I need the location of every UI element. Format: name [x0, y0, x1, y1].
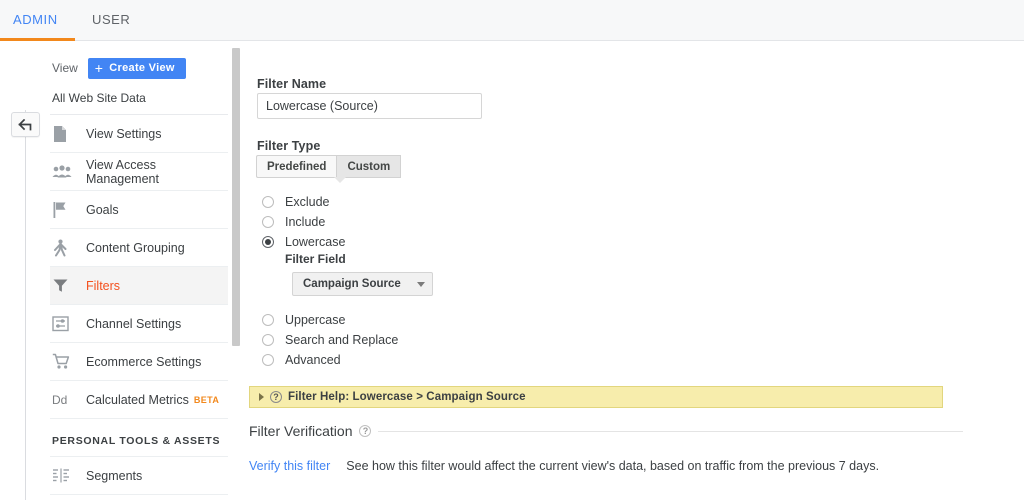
svg-text:Dd: Dd: [52, 393, 67, 407]
shopping-cart-icon: [52, 353, 86, 370]
radio-row-include[interactable]: Include: [249, 212, 345, 232]
filter-type-radio-group-top: Exclude Include Lowercase: [249, 192, 345, 252]
filter-field-dropdown-wrap: Campaign Source: [249, 265, 433, 296]
sidebar-item-content-grouping[interactable]: Content Grouping: [50, 229, 228, 267]
sidebar-item-ecommerce-settings[interactable]: Ecommerce Settings: [50, 343, 228, 381]
filter-type-radio-group-bottom: Uppercase Search and Replace Advanced: [249, 310, 398, 370]
tab-admin[interactable]: ADMIN: [13, 12, 58, 27]
filter-verification-row: Verify this filter See how this filter w…: [249, 459, 879, 473]
sidebar-item-label: Ecommerce Settings: [86, 354, 202, 369]
sidebar-item-label: Filters: [86, 278, 121, 293]
sidebar-item-filters[interactable]: Filters: [50, 267, 228, 305]
sidebar-item-calculated-metrics[interactable]: Dd Calculated Metrics BETA: [50, 381, 228, 419]
question-mark-icon: ?: [270, 391, 282, 403]
filter-field-dropdown[interactable]: Campaign Source: [292, 272, 433, 296]
flag-icon: [52, 201, 86, 219]
sidebar-item-label: Goals: [86, 202, 119, 217]
filter-type-predefined-button[interactable]: Predefined: [256, 155, 337, 178]
radio-row-exclude[interactable]: Exclude: [249, 192, 345, 212]
sidebar-item-view-settings[interactable]: View Settings: [50, 115, 228, 153]
sidebar-item-channel-settings[interactable]: Channel Settings: [50, 305, 228, 343]
sidebar-item-label: View Settings: [86, 126, 162, 141]
beta-badge: BETA: [193, 394, 220, 405]
create-view-button[interactable]: + Create View: [87, 57, 186, 79]
sidebar-item-goals[interactable]: Goals: [50, 191, 228, 229]
segments-icon: [52, 468, 86, 483]
sidebar-section-header: PERSONAL TOOLS & ASSETS: [50, 419, 228, 457]
sidebar-item-label: Segments: [86, 468, 143, 483]
admin-sidebar: View + Create View All Web Site Data Vie…: [50, 45, 232, 500]
question-mark-icon[interactable]: ?: [359, 425, 372, 437]
sidebar-item-label: Content Grouping: [86, 240, 185, 255]
document-icon: [52, 125, 86, 143]
radio-include[interactable]: [262, 216, 274, 228]
active-tab-underline: [0, 38, 75, 41]
filter-name-label: Filter Name: [257, 77, 327, 91]
filter-field-label: Filter Field: [285, 252, 346, 266]
back-button[interactable]: [11, 112, 40, 137]
radio-advanced[interactable]: [262, 354, 274, 366]
sidebar-rail-line: [25, 110, 26, 500]
filter-verification-header: Filter Verification ?: [249, 423, 963, 439]
radio-label: Advanced: [285, 353, 341, 367]
radio-uppercase[interactable]: [262, 314, 274, 326]
radio-label: Include: [285, 215, 326, 229]
plus-icon: +: [94, 60, 104, 76]
filter-type-toggle: Predefined Custom: [256, 155, 402, 183]
channel-icon: [52, 315, 86, 332]
view-selector-row: View + Create View: [50, 55, 232, 81]
sidebar-item-label: Channel Settings: [86, 316, 182, 331]
sidebar-item-label: View Access Management: [86, 157, 159, 186]
radio-label: Lowercase: [285, 235, 346, 249]
filter-verification-title: Filter Verification: [249, 423, 353, 439]
sidebar-scrollbar-thumb[interactable]: [232, 48, 240, 346]
view-label: View: [52, 61, 78, 75]
radio-row-advanced[interactable]: Advanced: [249, 350, 398, 370]
filter-verification-description: See how this filter would affect the cur…: [346, 459, 880, 473]
filter-type-custom-button[interactable]: Custom: [336, 155, 402, 178]
triangle-right-icon[interactable]: [259, 393, 264, 401]
filter-name-input[interactable]: [257, 93, 482, 119]
dd-icon: Dd: [52, 393, 86, 407]
person-walking-icon: [52, 239, 86, 257]
funnel-icon: [52, 277, 86, 294]
sidebar-item-view-access-management[interactable]: View Access Management: [50, 153, 228, 191]
filter-help-bar[interactable]: ? Filter Help: Lowercase > Campaign Sour…: [249, 386, 943, 408]
radio-row-uppercase[interactable]: Uppercase: [249, 310, 398, 330]
sidebar-item-annotations[interactable]: Annotations: [50, 495, 228, 500]
sidebar-item-label: Calculated Metrics: [86, 392, 189, 407]
filter-help-text: Filter Help: Lowercase > Campaign Source: [288, 391, 526, 403]
radio-label: Uppercase: [285, 313, 346, 327]
tab-list: ADMIN USER: [0, 0, 1024, 40]
radio-exclude[interactable]: [262, 196, 274, 208]
radio-label: Exclude: [285, 195, 330, 209]
current-view-name[interactable]: All Web Site Data: [50, 81, 228, 115]
tab-user[interactable]: USER: [92, 12, 130, 27]
verify-this-filter-link[interactable]: Verify this filter: [249, 459, 330, 473]
people-icon: [52, 164, 86, 179]
filter-edit-panel: Filter Name Filter Type Predefined Custo…: [249, 45, 1024, 500]
filter-field-dropdown-value: Campaign Source: [303, 278, 401, 290]
radio-lowercase[interactable]: [262, 236, 274, 248]
radio-label: Search and Replace: [285, 333, 399, 347]
create-view-button-label: Create View: [109, 62, 175, 74]
chevron-down-icon: [416, 281, 425, 287]
radio-row-search-and-replace[interactable]: Search and Replace: [249, 330, 398, 350]
filter-type-label: Filter Type: [257, 139, 321, 153]
selected-type-caret: [334, 177, 346, 183]
top-tab-bar: ADMIN USER: [0, 0, 1024, 41]
radio-row-lowercase[interactable]: Lowercase: [249, 232, 345, 252]
back-arrow-icon: [18, 118, 32, 130]
sidebar-item-segments[interactable]: Segments: [50, 457, 228, 495]
section-divider: [378, 430, 963, 432]
radio-search-and-replace[interactable]: [262, 334, 274, 346]
